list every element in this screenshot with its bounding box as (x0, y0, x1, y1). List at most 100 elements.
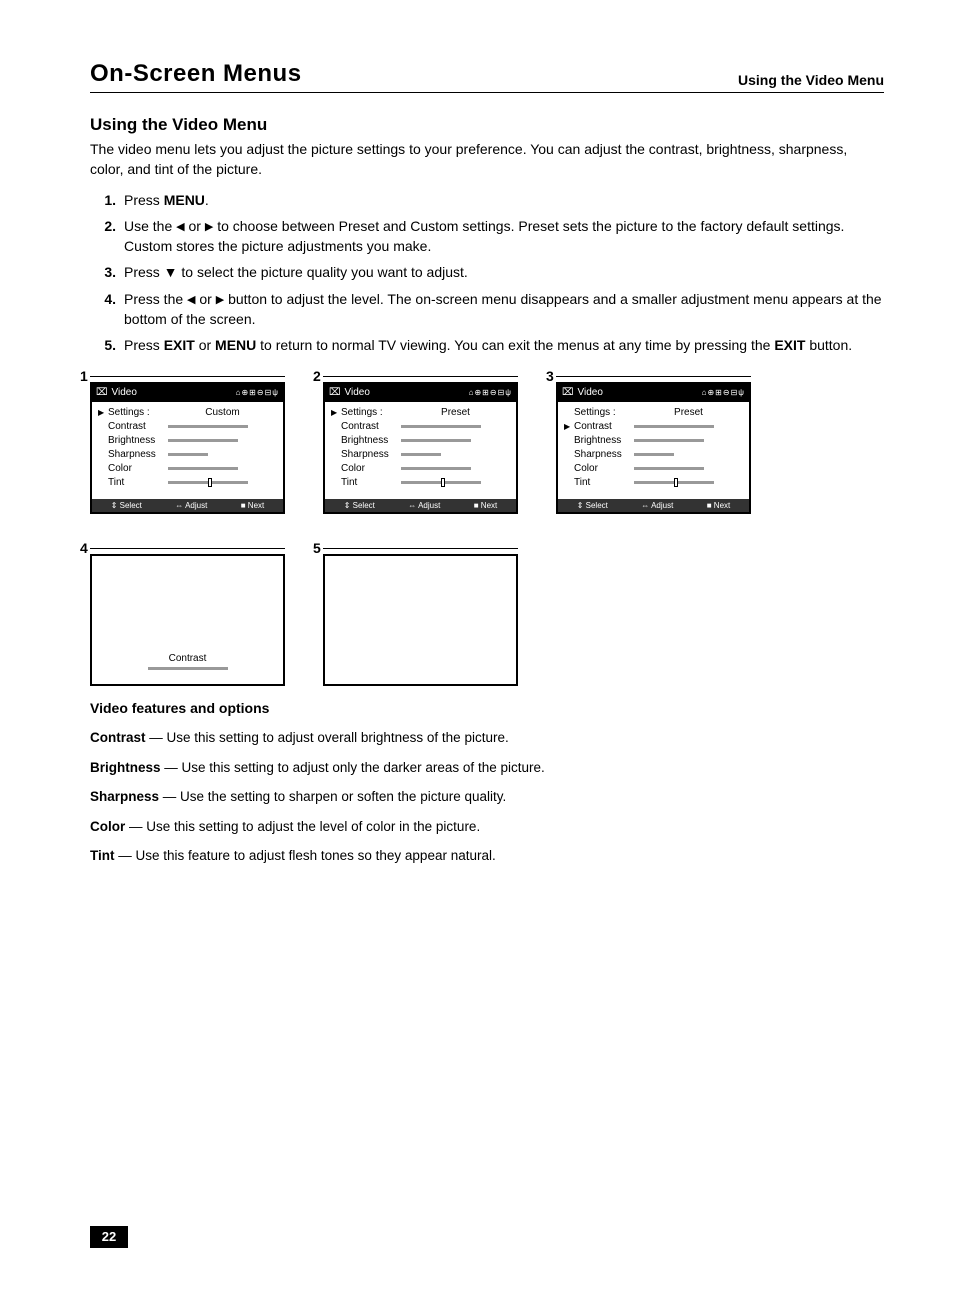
header-right: Using the Video Menu (738, 72, 884, 88)
step-3: Press ▼ to select the picture quality yo… (90, 262, 884, 282)
osd-title: Video (112, 387, 137, 398)
osd-bar (634, 467, 704, 470)
figure-5: 5 (323, 542, 518, 686)
osd-item-sharpness: Sharpness (108, 449, 168, 460)
osd-item-settings: Settings : (341, 407, 401, 418)
osd-title: Video (345, 387, 370, 398)
tv-icon: ⌧ (329, 387, 341, 398)
step-4: Press the ◀ or ▶ button to adjust the le… (90, 289, 884, 330)
figure-rule (556, 376, 751, 378)
osd-header-icons: ⌂⊕⊞⊖⊟ψ (702, 388, 745, 397)
osd-menu-2: ⌧ Video ⌂⊕⊞⊖⊟ψ ▶Settings :Preset Contrast… (323, 382, 518, 514)
osd-footer-next: ■ Next (241, 501, 265, 510)
figure-1: 1 ⌧Video ⌂⊕⊞⊖⊟ψ ▶Settings :Custom Contra… (90, 370, 285, 514)
osd-item-sharpness: Sharpness (574, 449, 634, 460)
pointer-icon: ▶ (331, 408, 341, 417)
step-1-text: Press MENU. (124, 190, 884, 210)
osd-item-color: Color (108, 463, 168, 474)
osd-header-icons: ⌂⊕⊞⊖⊟ψ (469, 388, 512, 397)
osd-item-contrast: Contrast (108, 421, 168, 432)
osd-bar (634, 425, 714, 428)
tv-icon: ⌧ (96, 387, 108, 398)
feature-color: Color — Use this setting to adjust the l… (90, 817, 884, 837)
osd-menu-1: ⌧ Video ⌂⊕⊞⊖⊟ψ ▶Settings :Custom Contrast… (90, 382, 285, 514)
step-5-text: Press EXIT or MENU to return to normal T… (124, 335, 884, 355)
osd-bar (168, 453, 208, 456)
osd-bar (168, 481, 248, 484)
figures-grid: 1 ⌧Video ⌂⊕⊞⊖⊟ψ ▶Settings :Custom Contra… (90, 370, 884, 686)
feature-brightness: Brightness — Use this setting to adjust … (90, 758, 884, 778)
step-5: Press EXIT or MENU to return to normal T… (90, 335, 884, 355)
screen-preview-5 (323, 554, 518, 686)
osd-item-tint: Tint (574, 477, 634, 488)
osd-bar (634, 481, 714, 484)
osd-item-brightness: Brightness (341, 435, 401, 446)
tv-icon: ⌧ (562, 387, 574, 398)
osd-bar (634, 439, 704, 442)
step-3-text: Press ▼ to select the picture quality yo… (124, 262, 884, 282)
osd-footer-adjust: ⇔ Adjust (408, 501, 440, 510)
figure-number: 3 (546, 368, 554, 384)
osd-item-brightness: Brightness (108, 435, 168, 446)
feature-sharpness: Sharpness — Use the setting to sharpen o… (90, 787, 884, 807)
pointer-icon: ▶ (98, 408, 108, 417)
osd-mode-value: Preset (634, 407, 743, 418)
section-subtitle: Using the Video Menu (90, 115, 884, 135)
header-left: On-Screen Menus (90, 60, 302, 88)
contrast-bar (148, 667, 228, 670)
steps-list: Press MENU. Use the ◀ or ▶ to choose bet… (90, 190, 884, 356)
osd-bar (401, 481, 481, 484)
osd-item-settings: Settings : (574, 407, 634, 418)
osd-item-color: Color (574, 463, 634, 474)
figure-4: 4 Contrast (90, 542, 285, 686)
osd-mode-value: Custom (168, 407, 277, 418)
osd-item-sharpness: Sharpness (341, 449, 401, 460)
figure-rule (90, 376, 285, 378)
osd-item-contrast: Contrast (341, 421, 401, 432)
osd-bar (401, 439, 471, 442)
step-1: Press MENU. (90, 190, 884, 210)
figure-rule (90, 548, 285, 550)
osd-bar (401, 425, 481, 428)
figure-number: 1 (80, 368, 88, 384)
figure-number: 2 (313, 368, 321, 384)
osd-footer-next: ■ Next (474, 501, 498, 510)
osd-bar (401, 467, 471, 470)
osd-bar (401, 453, 441, 456)
osd-mode-value: Preset (401, 407, 510, 418)
step-2: Use the ◀ or ▶ to choose between Preset … (90, 216, 884, 257)
slider-knob (208, 478, 212, 487)
figure-3: 3 ⌧Video ⌂⊕⊞⊖⊟ψ Settings :Preset ▶Contra… (556, 370, 751, 514)
osd-footer-next: ■ Next (707, 501, 731, 510)
osd-bar (168, 425, 248, 428)
intro-paragraph: The video menu lets you adjust the pictu… (90, 139, 884, 180)
osd-item-settings: Settings : (108, 407, 168, 418)
contrast-label: Contrast (169, 653, 207, 664)
osd-bar (168, 467, 238, 470)
slider-knob (441, 478, 445, 487)
osd-item-color: Color (341, 463, 401, 474)
osd-title: Video (578, 387, 603, 398)
step-4-text: Press the ◀ or ▶ button to adjust the le… (124, 289, 884, 330)
osd-bar (634, 453, 674, 456)
feature-contrast: Contrast — Use this setting to adjust ov… (90, 728, 884, 748)
osd-footer-select: ⇕ Select (577, 501, 608, 510)
figure-rule (323, 548, 518, 550)
osd-footer-adjust: ⇔ Adjust (175, 501, 207, 510)
osd-header-icons: ⌂⊕⊞⊖⊟ψ (236, 388, 279, 397)
figure-2: 2 ⌧Video ⌂⊕⊞⊖⊟ψ ▶Settings :Preset Contra… (323, 370, 518, 514)
features-heading: Video features and options (90, 698, 884, 718)
osd-menu-3: ⌧Video ⌂⊕⊞⊖⊟ψ Settings :Preset ▶Contrast… (556, 382, 751, 514)
slider-knob (674, 478, 678, 487)
figure-number: 5 (313, 540, 321, 556)
figure-rule (323, 376, 518, 378)
feature-tint: Tint — Use this feature to adjust flesh … (90, 846, 884, 866)
figure-number: 4 (80, 540, 88, 556)
osd-item-brightness: Brightness (574, 435, 634, 446)
step-2-text: Use the ◀ or ▶ to choose between Preset … (124, 216, 884, 257)
osd-footer-select: ⇕ Select (111, 501, 142, 510)
osd-item-contrast: Contrast (574, 421, 634, 432)
osd-footer-adjust: ⇔ Adjust (641, 501, 673, 510)
screen-preview-4: Contrast (90, 554, 285, 686)
osd-item-tint: Tint (108, 477, 168, 488)
